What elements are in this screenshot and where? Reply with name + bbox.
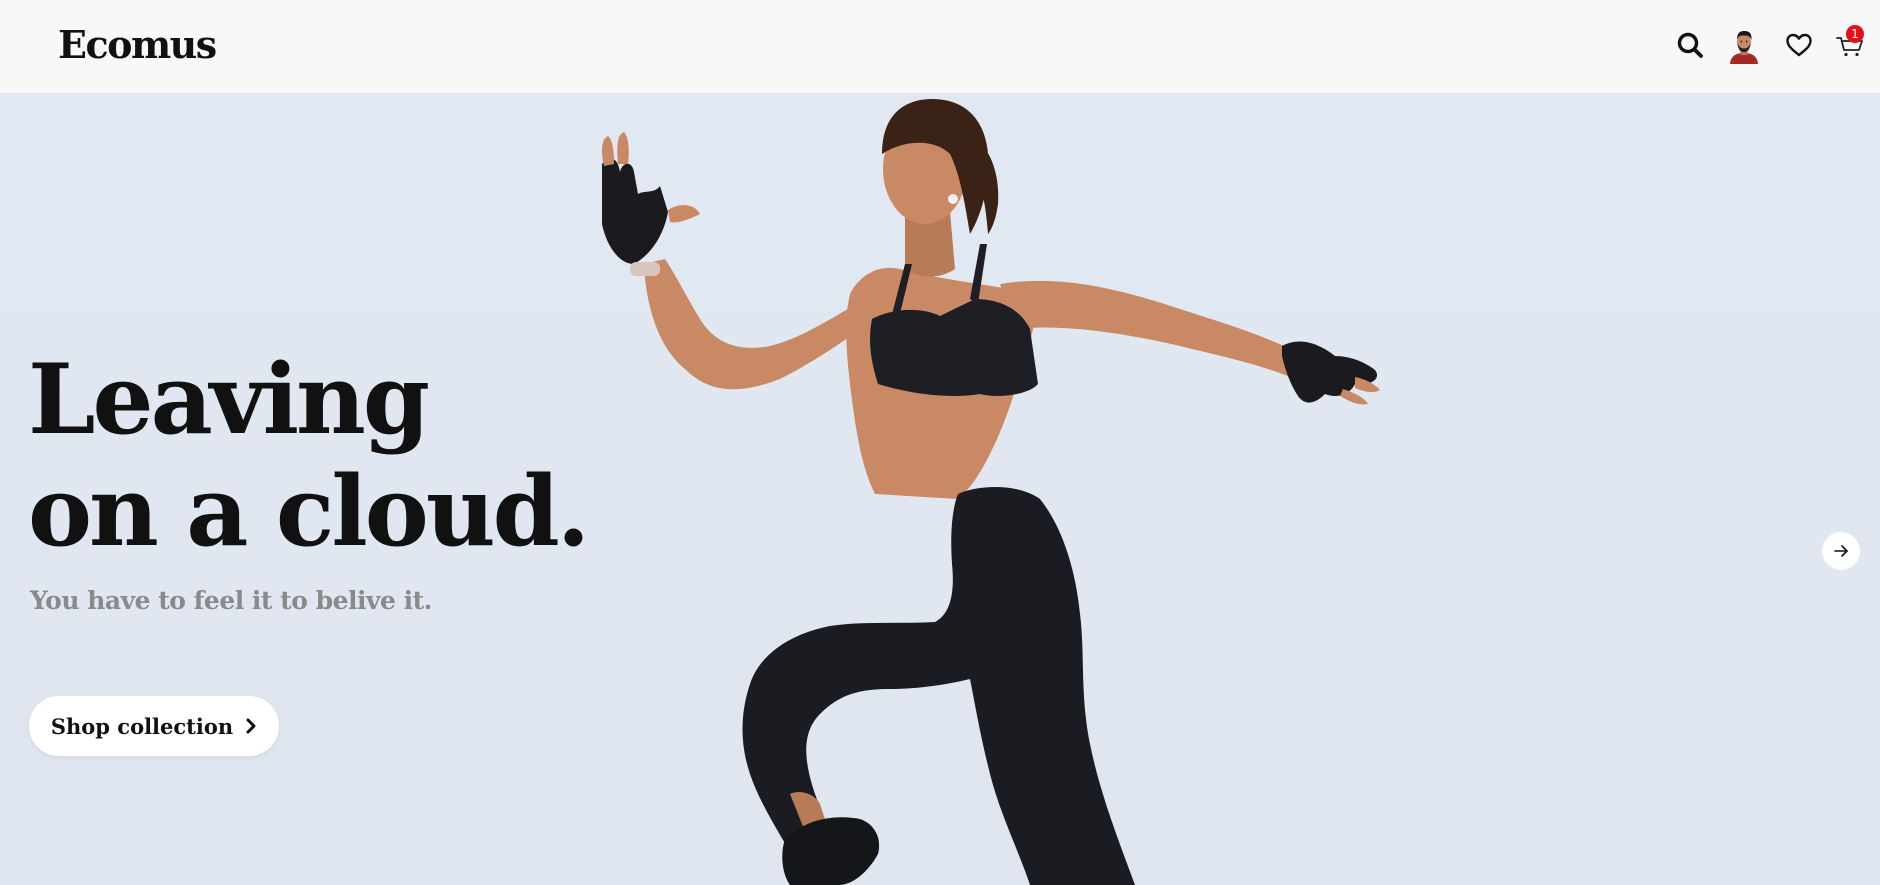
hero-headline-line-1: Leaving bbox=[28, 343, 430, 456]
hero-headline-line-2: on a cloud. bbox=[28, 455, 590, 568]
hero-banner: Leaving on a cloud. You have to feel it … bbox=[0, 94, 1880, 885]
slider-next-button[interactable] bbox=[1822, 532, 1860, 570]
chevron-right-icon bbox=[246, 718, 256, 734]
shop-collection-button[interactable]: Shop collection bbox=[29, 696, 279, 756]
site-header: Ecomus 1 bbox=[0, 0, 1880, 94]
cart-count-badge: 1 bbox=[1846, 25, 1864, 43]
site-logo[interactable]: Ecomus bbox=[58, 22, 217, 67]
search-icon[interactable] bbox=[1672, 27, 1708, 63]
athlete-image bbox=[601, 99, 1380, 885]
arrow-right-icon bbox=[1834, 545, 1848, 557]
hero-subtitle: You have to feel it to belive it. bbox=[30, 586, 432, 615]
hero-headline: Leaving on a cloud. bbox=[28, 343, 590, 568]
heart-icon[interactable] bbox=[1781, 27, 1817, 63]
account-avatar[interactable] bbox=[1726, 26, 1762, 64]
shop-collection-label: Shop collection bbox=[50, 713, 234, 739]
